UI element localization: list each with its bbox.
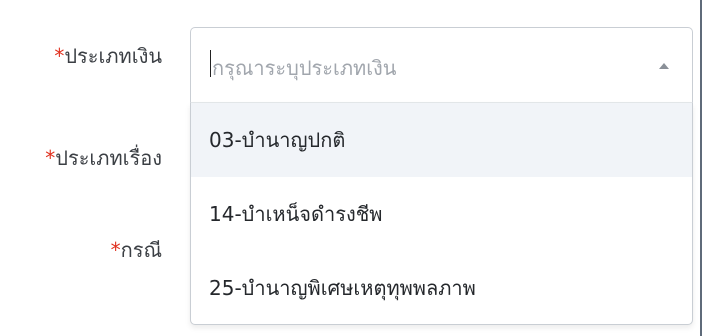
case-label: กรณี xyxy=(120,238,162,262)
form-panel: *ประเภทเงิน *ประเภทเรื่อง *กรณี กรุณาระบ… xyxy=(0,0,702,336)
money-type-label: ประเภทเงิน xyxy=(64,44,162,68)
money-type-dropdown-list: 03-บำนาญปกติ 14-บำเหน็จดำรงชีพ 25-บำนาญพ… xyxy=(190,103,693,325)
required-asterisk: * xyxy=(45,146,56,170)
dropdown-option-14[interactable]: 14-บำเหน็จดำรงชีพ xyxy=(191,177,692,251)
money-type-select-placeholder: กรุณาระบุประเภทเงิน xyxy=(212,56,397,80)
dropdown-option-25[interactable]: 25-บำนาญพิเศษเหตุทุพพลภาพ xyxy=(191,251,692,325)
subject-type-label: ประเภทเรื่อง xyxy=(55,146,162,170)
dropdown-option-03[interactable]: 03-บำนาญปกติ xyxy=(191,103,692,177)
required-asterisk: * xyxy=(110,238,121,262)
text-cursor xyxy=(210,50,211,77)
field-label-money-type: *ประเภทเงิน xyxy=(54,40,162,72)
caret-up-icon[interactable] xyxy=(659,63,669,69)
field-label-case: *กรณี xyxy=(111,234,162,266)
field-label-subject-type: *ประเภทเรื่อง xyxy=(45,142,162,174)
money-type-select[interactable]: กรุณาระบุประเภทเงิน xyxy=(190,27,693,103)
required-asterisk: * xyxy=(54,44,65,68)
